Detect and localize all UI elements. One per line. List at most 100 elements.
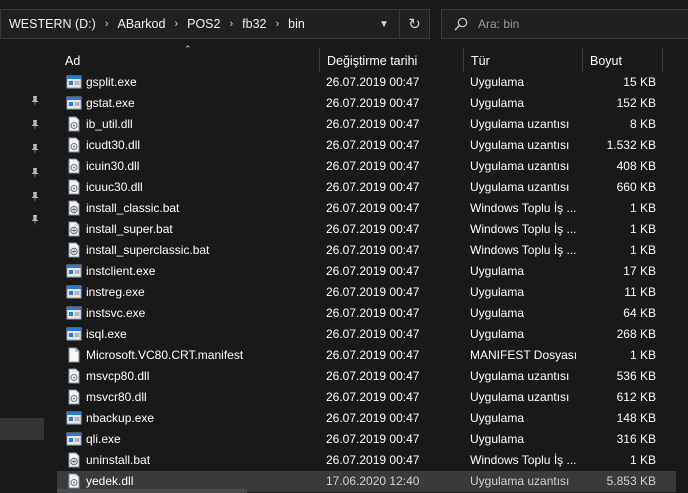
refresh-icon[interactable]: ↻ — [399, 10, 429, 38]
file-row[interactable]: ib_util.dll 26.07.2019 00:47 Uygulama uzan… — [57, 114, 688, 135]
pin-icon[interactable] — [29, 119, 41, 131]
file-name: gstat.exe — [86, 96, 135, 110]
file-name: uninstall.bat — [86, 453, 151, 467]
horizontal-scrollbar-thumb[interactable] — [57, 489, 247, 493]
file-row[interactable]: Microsoft.VC80.CRT.manifest 26.07.2019 00… — [57, 345, 688, 366]
column-header-size[interactable]: Boyut — [582, 48, 662, 72]
file-row[interactable]: instsvc.exe 26.07.2019 00:47 Uygulama 64 KB — [57, 303, 688, 324]
file-size: 536 KB — [616, 369, 656, 383]
column-header-type[interactable]: Tür — [463, 48, 582, 72]
file-name: msvcr80.dll — [86, 390, 147, 404]
file-type: Uygulama — [470, 96, 525, 110]
column-headers: ⌃ Ad Değiştirme tarihi Tür Boyut — [57, 44, 688, 72]
file-row[interactable]: icuin30.dll 26.07.2019 00:47 Uygulama uzan… — [57, 156, 688, 177]
file-type: Uygulama — [470, 327, 525, 341]
file-type: Uygulama — [470, 264, 525, 278]
file-size: 17 KB — [623, 264, 656, 278]
file-name: Microsoft.VC80.CRT.manifest — [86, 348, 244, 362]
file-size: 148 KB — [616, 411, 656, 425]
file-name: icuin30.dll — [86, 159, 140, 173]
chevron-right-icon[interactable]: › — [105, 18, 109, 30]
file-size: 152 KB — [616, 96, 656, 110]
file-name: yedek.dll — [86, 474, 134, 488]
file-date: 26.07.2019 00:47 — [326, 264, 420, 278]
pin-icon[interactable] — [29, 214, 41, 226]
pin-icon[interactable] — [29, 167, 41, 179]
file-name: instsvc.exe — [86, 306, 146, 320]
file-type: Uygulama — [470, 306, 525, 320]
file-row[interactable]: nbackup.exe 26.07.2019 00:47 Uygulama 148 K… — [57, 408, 688, 429]
file-date: 26.07.2019 00:47 — [326, 222, 420, 236]
file-row[interactable]: isql.exe 26.07.2019 00:47 Uygulama 268 KB — [57, 324, 688, 345]
file-row[interactable]: msvcr80.dll 26.07.2019 00:47 Uygulama uzan… — [57, 387, 688, 408]
file-row[interactable]: msvcp80.dll 26.07.2019 00:47 Uygulama uzan… — [57, 366, 688, 387]
file-row[interactable]: gsplit.exe 26.07.2019 00:47 Uygulama 15 KB — [57, 72, 688, 93]
file-date: 26.07.2019 00:47 — [326, 96, 420, 110]
breadcrumb-abarkod[interactable]: ABarkod — [117, 17, 165, 31]
file-type: Uygulama uzantısı — [470, 369, 570, 383]
file-row[interactable]: icuuc30.dll 26.07.2019 00:47 Uygulama uzan… — [57, 177, 688, 198]
pin-icon[interactable] — [29, 191, 41, 203]
file-size: 1 KB — [629, 222, 656, 236]
file-name: nbackup.exe — [86, 411, 155, 425]
file-date: 26.07.2019 00:47 — [326, 243, 420, 257]
file-name: msvcp80.dll — [86, 369, 150, 383]
file-date: 26.07.2019 00:47 — [326, 285, 420, 299]
breadcrumb-fb32[interactable]: fb32 — [242, 17, 266, 31]
pin-icon[interactable] — [29, 95, 41, 107]
file-size: 8 KB — [629, 117, 656, 131]
pin-icon[interactable] — [29, 143, 41, 155]
breadcrumb-bin[interactable]: bin — [288, 17, 305, 31]
vertical-scrollbar[interactable] — [676, 72, 688, 493]
file-size: 316 KB — [616, 432, 656, 446]
file-date: 26.07.2019 00:47 — [326, 138, 420, 152]
file-name: isql.exe — [86, 327, 127, 341]
file-date: 26.07.2019 00:47 — [326, 390, 420, 404]
file-date: 26.07.2019 00:47 — [326, 180, 420, 194]
column-header-name[interactable]: Ad — [57, 48, 319, 72]
file-row[interactable]: instclient.exe 26.07.2019 00:47 Uygulama 17… — [57, 261, 688, 282]
file-size: 612 KB — [616, 390, 656, 404]
file-size: 5.853 KB — [606, 474, 656, 488]
search-box[interactable]: Ara: bin — [441, 9, 688, 39]
file-row[interactable]: install_classic.bat 26.07.2019 00:47 Windo… — [57, 198, 688, 219]
file-size: 1 KB — [629, 201, 656, 215]
chevron-right-icon[interactable]: › — [229, 18, 233, 30]
file-type: Uygulama — [470, 432, 525, 446]
file-date: 26.07.2019 00:47 — [326, 327, 420, 341]
column-header-date[interactable]: Değiştirme tarihi — [319, 48, 463, 72]
nav-item-selected[interactable] — [0, 418, 44, 440]
file-date: 26.07.2019 00:47 — [326, 201, 420, 215]
file-date: 26.07.2019 00:47 — [326, 117, 420, 131]
file-date: 26.07.2019 00:47 — [326, 348, 420, 362]
breadcrumb-drive[interactable]: WESTERN (D:) — [9, 17, 96, 31]
file-row[interactable]: instreg.exe 26.07.2019 00:47 Uygulama 11 KB — [57, 282, 688, 303]
address-toolbar: WESTERN (D:) › ABarkod › POS2 › fb32 › b… — [0, 0, 688, 48]
file-row[interactable]: install_super.bat 26.07.2019 00:47 Windows… — [57, 219, 688, 240]
file-name: icudt30.dll — [86, 138, 141, 152]
file-type: Uygulama — [470, 75, 525, 89]
file-type: Uygulama uzantısı — [470, 159, 570, 173]
file-date: 26.07.2019 00:47 — [326, 453, 420, 467]
file-row[interactable]: install_superclassic.bat 26.07.2019 00:47… — [57, 240, 688, 261]
file-type: Windows Toplu İş ... — [470, 222, 577, 236]
file-size: 1 KB — [629, 348, 656, 362]
file-row[interactable]: gstat.exe 26.07.2019 00:47 Uygulama 152 KB — [57, 93, 688, 114]
file-row[interactable]: qli.exe 26.07.2019 00:47 Uygulama 316 KB — [57, 429, 688, 450]
file-name: instreg.exe — [86, 285, 145, 299]
file-row[interactable]: icudt30.dll 26.07.2019 00:47 Uygulama uzan… — [57, 135, 688, 156]
breadcrumb-pos2[interactable]: POS2 — [187, 17, 220, 31]
address-bar[interactable]: WESTERN (D:) › ABarkod › POS2 › fb32 › b… — [0, 9, 430, 39]
file-name: icuuc30.dll — [86, 180, 143, 194]
file-name: qli.exe — [86, 432, 121, 446]
file-type: Uygulama uzantısı — [470, 117, 570, 131]
column-divider[interactable] — [662, 48, 663, 72]
file-size: 11 KB — [624, 285, 656, 299]
navigation-pane — [0, 48, 44, 493]
file-type: Uygulama — [470, 285, 525, 299]
file-date: 17.06.2020 12:40 — [326, 474, 420, 488]
chevron-down-icon[interactable]: ▼ — [373, 10, 395, 38]
chevron-right-icon[interactable]: › — [275, 18, 279, 30]
file-row[interactable]: uninstall.bat 26.07.2019 00:47 Windows Top… — [57, 450, 688, 471]
chevron-right-icon[interactable]: › — [174, 18, 178, 30]
